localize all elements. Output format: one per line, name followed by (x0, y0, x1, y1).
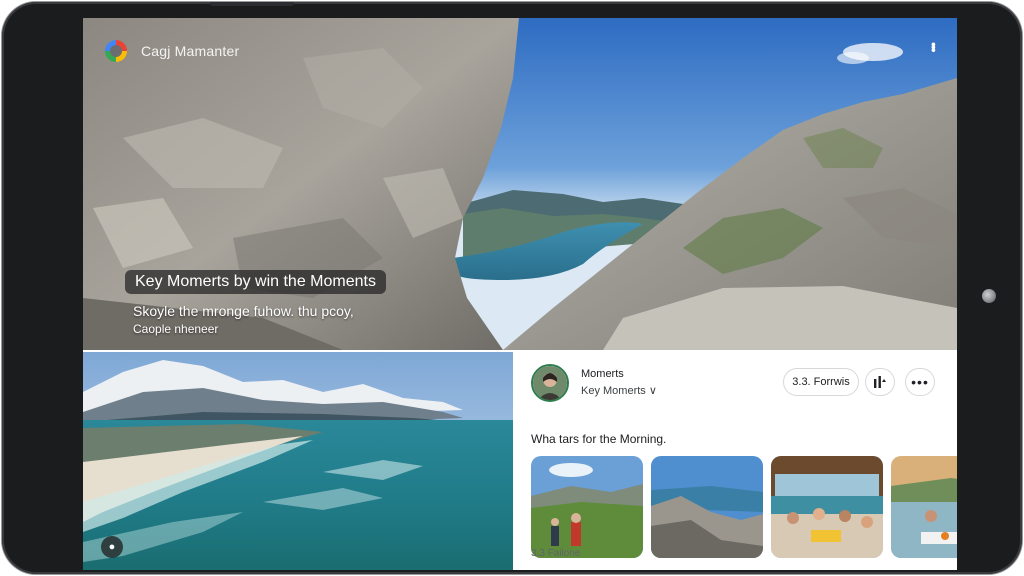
more-horizontal-icon: ••• (911, 374, 929, 390)
screen: Cagj Mamanter ••• Key Momerts by win the… (83, 18, 957, 570)
app-header: Cagj Mamanter (105, 40, 239, 62)
thumbnail-hikers[interactable] (531, 456, 643, 558)
section-title: Wha tars for the Morning. (531, 432, 667, 446)
camera-icon (982, 289, 996, 303)
profile-name: Momerts (581, 368, 624, 380)
moments-panel: Momerts Key Momerts ∨ 3.3. Forrwis ••• W… (515, 352, 957, 570)
profile-subtitle-dropdown[interactable]: Key Momerts ∨ (581, 384, 657, 397)
thumbnail-sunset-picnic[interactable] (891, 456, 957, 558)
footer-count: 3.3 Failone (531, 548, 581, 559)
follow-button[interactable]: 3.3. Forrwis (783, 368, 859, 396)
beach-landscape-graphic (83, 352, 513, 570)
thumbnail-boat-group-graphic (771, 456, 883, 558)
app-title: Cagj Mamanter (141, 43, 240, 59)
device-top-notch (210, 2, 294, 6)
share-button[interactable] (865, 368, 895, 396)
thumbnail-boat-group[interactable] (771, 456, 883, 558)
thumbnail-sunset-picnic-graphic (891, 456, 957, 558)
beach-image[interactable]: ● (83, 352, 513, 570)
follow-button-label: 3.3. Forrwis (792, 376, 850, 388)
thumbnail-strip (531, 456, 957, 558)
hero-caption: Key Momerts by win the Moments Skoyle th… (125, 270, 386, 336)
avatar-portrait-graphic (533, 366, 567, 400)
thumbnail-hikers-graphic (531, 456, 643, 558)
person-icon[interactable]: ● (101, 536, 123, 558)
google-g-icon[interactable] (105, 40, 127, 62)
hero-title: Key Momerts by win the Moments (125, 270, 386, 294)
avatar[interactable] (531, 364, 569, 402)
share-icon (874, 376, 886, 388)
thumbnail-coast-graphic (651, 456, 763, 558)
more-vertical-icon[interactable]: ••• (926, 42, 942, 51)
hero-subtitle-line-2: Caople nheneer (133, 322, 219, 336)
hero-image[interactable]: Cagj Mamanter ••• Key Momerts by win the… (83, 18, 957, 350)
hero-subtitle-line-1: Skoyle the mronge fuhow. thu pcoy, (133, 303, 354, 319)
tablet-frame: Cagj Mamanter ••• Key Momerts by win the… (2, 2, 1022, 574)
more-options-button[interactable]: ••• (905, 368, 935, 396)
thumbnail-coast[interactable] (651, 456, 763, 558)
